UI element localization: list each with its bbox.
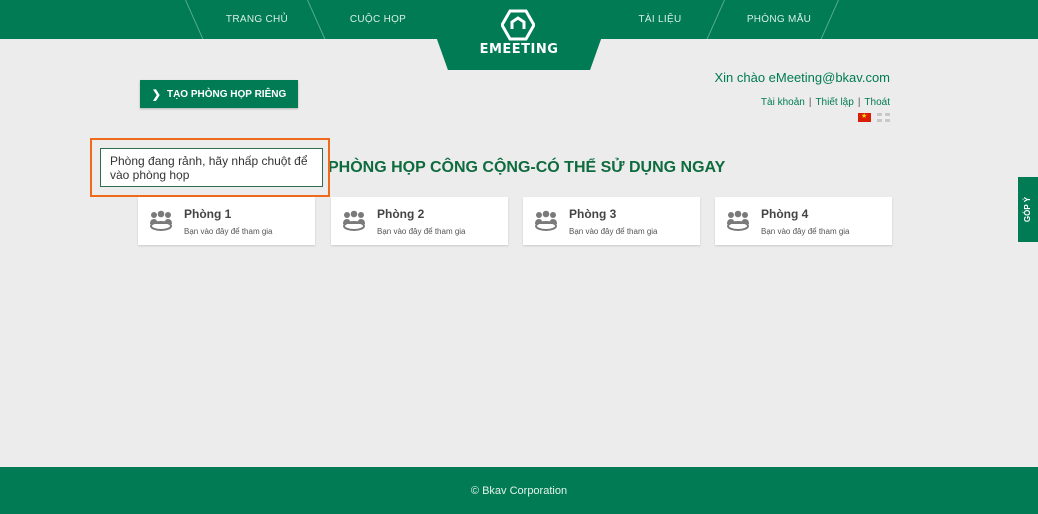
meeting-group-icon: [727, 210, 749, 231]
room-subtitle: Bạn vào đây để tham gia: [184, 227, 273, 236]
meeting-group-icon: [535, 210, 557, 231]
create-private-room-label: TẠO PHÒNG HỌP RIÊNG: [166, 88, 287, 100]
feedback-tab[interactable]: GÓP Ý: [1018, 177, 1038, 242]
nav-item-meetings[interactable]: CUỘC HỌP: [325, 0, 431, 39]
room-card[interactable]: Phòng 4 Bạn vào đây để tham gia: [715, 197, 892, 245]
nav-item-documents[interactable]: TÀI LIỆU: [610, 0, 710, 39]
link-separator: |: [808, 97, 812, 108]
room-name: Phòng 2: [377, 207, 425, 221]
nav-divider: [185, 0, 204, 39]
vietnamese-flag-icon[interactable]: [858, 112, 871, 122]
room-subtitle: Bạn vào đây để tham gia: [377, 227, 466, 236]
chevron-right-icon: ❯: [151, 88, 161, 101]
user-links: Tài khoản | Thiết lập | Thoát: [761, 97, 890, 108]
logo-text: EMEETING: [479, 42, 559, 57]
room-subtitle: Bạn vào đây để tham gia: [569, 227, 658, 236]
room-name: Phòng 1: [184, 207, 232, 221]
public-rooms-title: PHÒNG HỌP CÔNG CỘNG-CÓ THỂ SỬ DỤNG NGAY: [328, 159, 726, 176]
room-subtitle: Bạn vào đây để tham gia: [761, 227, 850, 236]
nav-item-template-rooms[interactable]: PHÒNG MẪU: [723, 0, 835, 39]
logout-link[interactable]: Thoát: [864, 97, 890, 108]
room-name: Phòng 3: [569, 207, 617, 221]
uk-flag-icon[interactable]: [877, 113, 890, 122]
footer: © Bkav Corporation: [0, 467, 1038, 514]
emeeting-logo-icon[interactable]: [501, 9, 535, 41]
meeting-group-icon: [343, 210, 365, 231]
language-selector: [858, 112, 890, 122]
nav-item-home[interactable]: TRANG CHỦ: [202, 0, 312, 39]
room-card[interactable]: Phòng 1 Bạn vào đây để tham gia: [138, 197, 315, 245]
meeting-group-icon: [150, 210, 172, 231]
link-separator: |: [857, 97, 861, 108]
room-available-tooltip: Phòng đang rảnh, hãy nhấp chuột để vào p…: [100, 148, 323, 187]
user-greeting: Xin chào eMeeting@bkav.com: [714, 70, 890, 85]
room-card[interactable]: Phòng 2 Bạn vào đây để tham gia: [331, 197, 508, 245]
room-card[interactable]: Phòng 3 Bạn vào đây để tham gia: [523, 197, 700, 245]
room-name: Phòng 4: [761, 207, 809, 221]
feedback-label: GÓP Ý: [1023, 196, 1033, 223]
copyright-text: © Bkav Corporation: [470, 484, 568, 497]
settings-link[interactable]: Thiết lập: [815, 97, 853, 108]
create-private-room-button[interactable]: ❯ TẠO PHÒNG HỌP RIÊNG: [140, 80, 298, 108]
account-link[interactable]: Tài khoản: [761, 97, 805, 108]
